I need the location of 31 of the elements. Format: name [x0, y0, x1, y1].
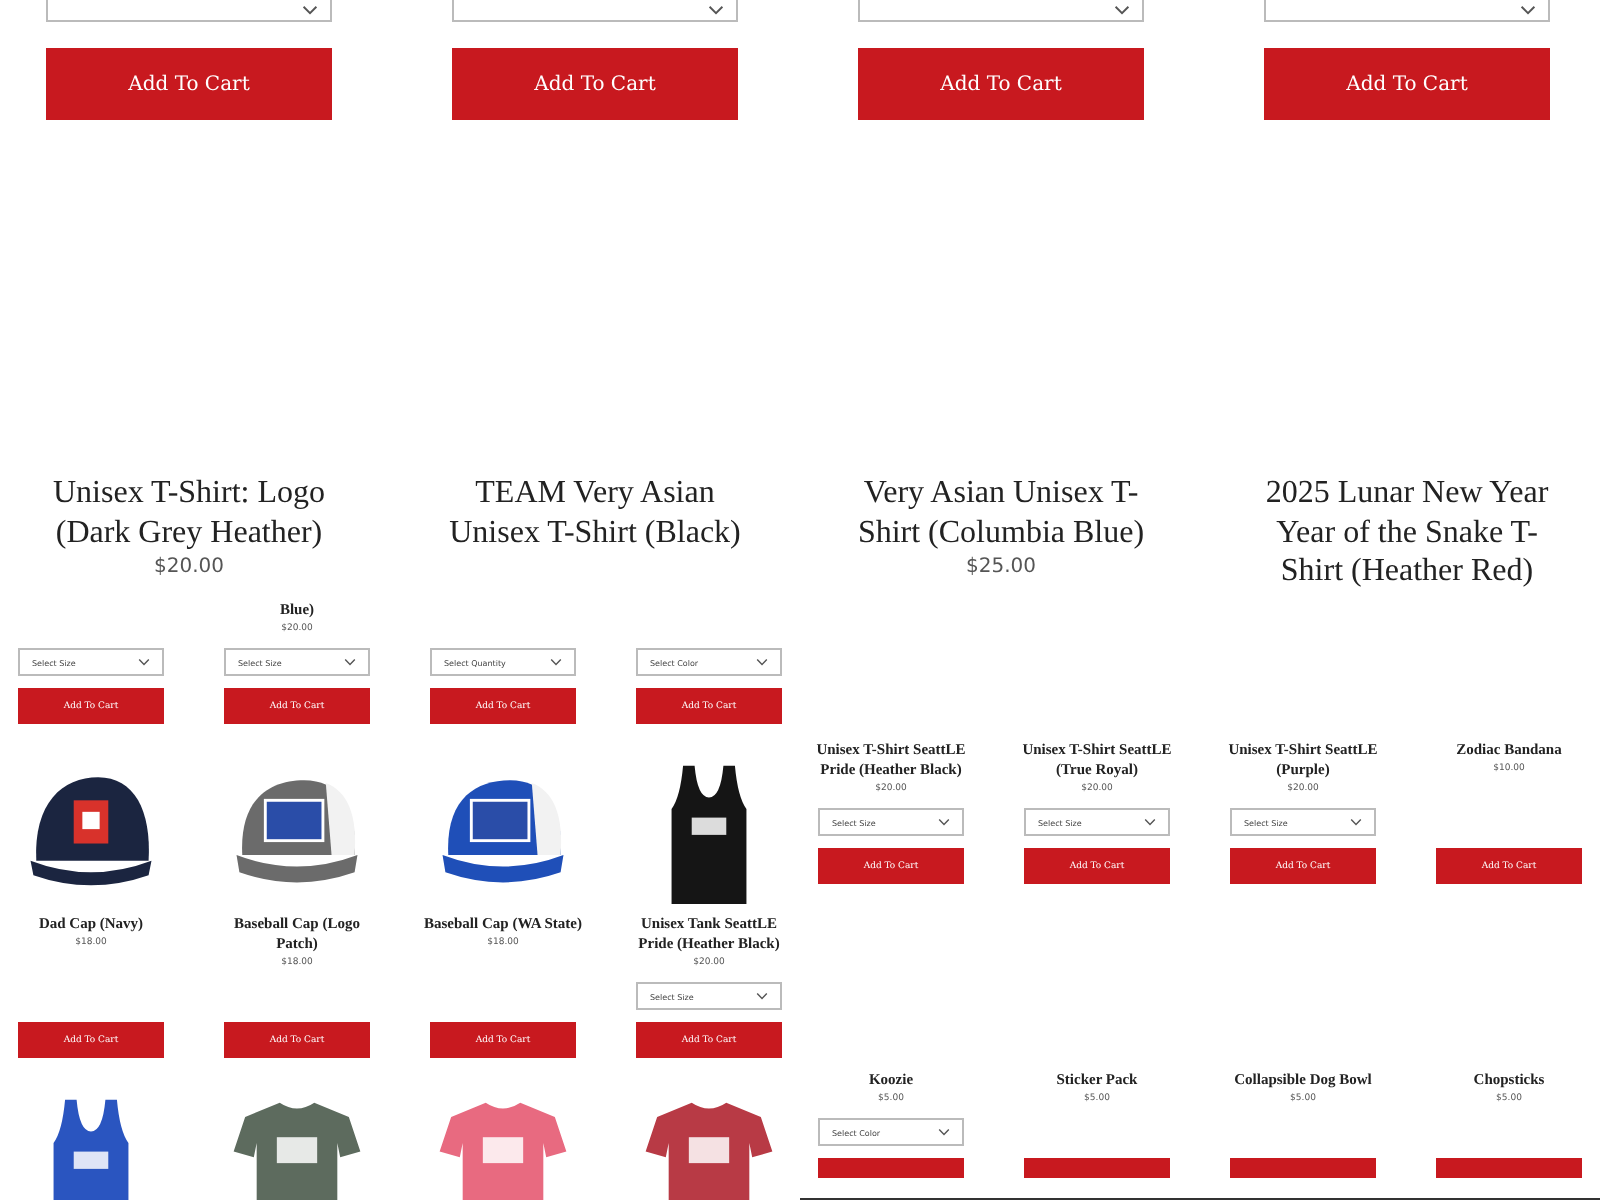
- add-to-cart-button[interactable]: [1436, 1158, 1582, 1178]
- add-to-cart-button[interactable]: [1024, 1158, 1170, 1178]
- chevron-down-icon: [344, 658, 356, 666]
- add-to-cart-button[interactable]: [1230, 1158, 1376, 1178]
- add-to-cart-button[interactable]: Add To Cart: [858, 48, 1144, 120]
- select-dropdown[interactable]: [46, 0, 332, 22]
- chevron-down-icon: [302, 4, 318, 16]
- product-title[interactable]: Very Asian Unisex T-Shirt (Columbia Blue): [853, 474, 1149, 552]
- chevron-down-icon: [756, 992, 768, 1000]
- product-title[interactable]: Unisex T-Shirt: Logo (Dark Grey Heather): [41, 474, 337, 552]
- select-dropdown[interactable]: [452, 0, 738, 22]
- chevron-down-icon: [1350, 818, 1362, 826]
- chevron-down-icon: [938, 818, 950, 826]
- select-dropdown[interactable]: [858, 0, 1144, 22]
- chevron-down-icon: [1114, 4, 1130, 16]
- chevron-down-icon: [550, 658, 562, 666]
- add-to-cart-button[interactable]: Add To Cart: [452, 48, 738, 120]
- chevron-down-icon: [138, 658, 150, 666]
- product-title[interactable]: TEAM Very Asian Unisex T-Shirt (Black): [447, 474, 743, 552]
- product-price: $20.00: [154, 554, 224, 582]
- chevron-down-icon: [756, 658, 768, 666]
- add-to-cart-button[interactable]: Add To Cart: [1264, 48, 1550, 120]
- product-price: $25.00: [966, 554, 1036, 582]
- chevron-down-icon: [938, 1128, 950, 1136]
- add-to-cart-button[interactable]: Add To Cart: [46, 48, 332, 120]
- chevron-down-icon: [1520, 4, 1536, 16]
- chevron-down-icon: [1144, 818, 1156, 826]
- product-title[interactable]: 2025 Lunar New Year Year of the Snake T-Shirt (Heather Red): [1259, 474, 1555, 591]
- chevron-down-icon: [708, 4, 724, 16]
- select-dropdown[interactable]: [1264, 0, 1550, 22]
- add-to-cart-button[interactable]: [818, 1158, 964, 1178]
